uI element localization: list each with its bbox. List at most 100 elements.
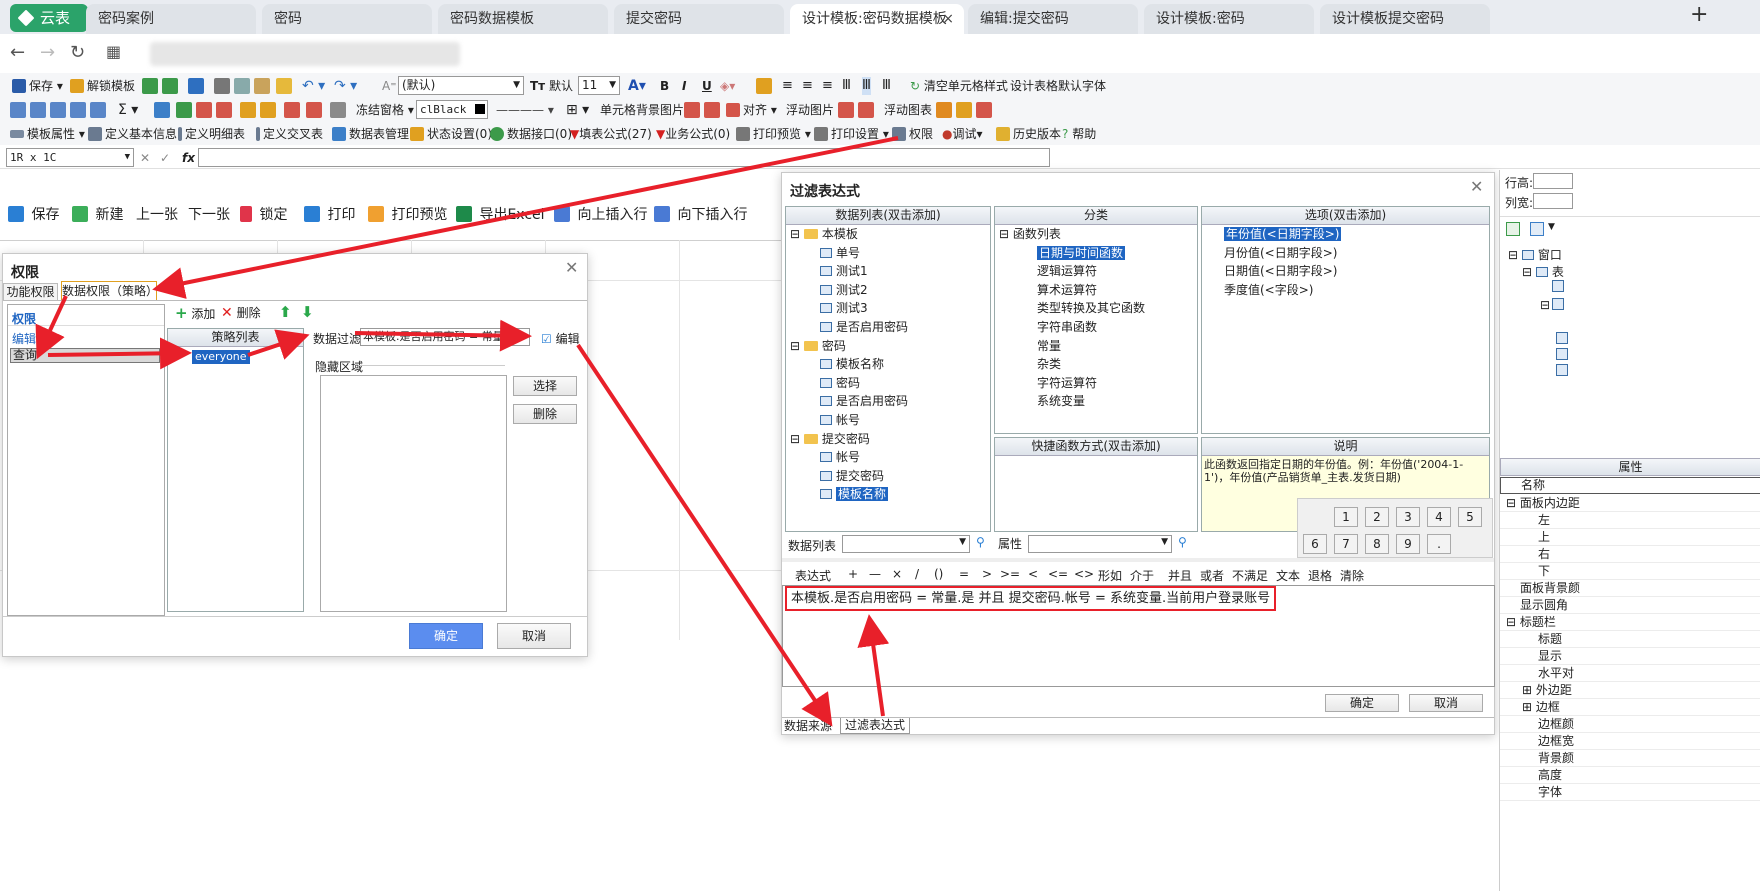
unlock-template-button[interactable]: 解锁模板 xyxy=(70,77,135,95)
op-or[interactable]: 或者 xyxy=(1200,567,1224,584)
table-view-icon[interactable] xyxy=(1506,222,1520,236)
option-item[interactable]: 日期值(<日期字段>) xyxy=(1224,262,1341,281)
expression-editor[interactable]: 本模板.是否启用密码 = 常量.是 并且 提交密码.帐号 = 系统变量.当前用户… xyxy=(782,585,1495,687)
tree-leaf[interactable]: 单号 xyxy=(790,244,908,263)
float-chart-button[interactable]: 浮动图表 xyxy=(884,101,932,119)
key-5[interactable]: 5 xyxy=(1458,507,1482,527)
prop-row[interactable]: 背景颜 xyxy=(1500,750,1760,767)
tree-leaf-selected[interactable]: 模板名称 xyxy=(790,485,908,504)
op-multiply[interactable]: × xyxy=(892,567,902,581)
check-icon[interactable]: ✓ xyxy=(160,149,170,167)
prop-row[interactable]: 显示 xyxy=(1500,648,1760,665)
image-icon[interactable] xyxy=(858,102,874,118)
cancel-button[interactable]: 取消 xyxy=(497,623,571,649)
move-up-icon[interactable]: ⬆ xyxy=(279,303,292,321)
tree-leaf[interactable]: 密码 xyxy=(790,374,908,393)
option-item-selected[interactable]: 年份值(<日期字段>) xyxy=(1224,225,1342,244)
tab-design-mima[interactable]: 设计模板:密码 xyxy=(1144,4,1314,34)
fill-color-icon[interactable]: ◈▾ xyxy=(720,77,735,95)
category-item[interactable]: 字符运算符 xyxy=(999,374,1145,393)
col-width-input[interactable] xyxy=(1533,193,1573,209)
move-down-icon[interactable]: ⬇ xyxy=(301,303,314,321)
key-1[interactable]: 1 xyxy=(1334,507,1358,527)
category-item[interactable]: 杂类 xyxy=(999,355,1145,374)
italic-icon[interactable]: I xyxy=(682,77,686,95)
policy-item-everyone[interactable]: everyone xyxy=(192,350,250,364)
key-7[interactable]: 7 xyxy=(1334,534,1358,554)
define-detail-button[interactable]: 定义明细表 xyxy=(178,125,245,143)
tab-close-icon[interactable]: × xyxy=(942,4,954,34)
cell-bg-image-button[interactable]: 单元格背景图片 xyxy=(600,101,684,119)
insert-icon[interactable] xyxy=(154,102,170,118)
chart-icon[interactable] xyxy=(936,102,952,118)
template-props-button[interactable]: 模板属性 ▾ xyxy=(10,125,85,143)
prop-row[interactable]: 右 xyxy=(1500,546,1760,563)
grid-icon[interactable] xyxy=(10,102,26,118)
tree-node-folder[interactable]: ⊟ 密码 xyxy=(790,337,908,356)
tab-mima[interactable]: 密码 xyxy=(262,4,432,34)
cancel-button[interactable]: 取消 xyxy=(1409,694,1483,712)
insert-row-below-button[interactable]: 向下插入行 xyxy=(654,204,747,224)
op-not-equal[interactable]: <> xyxy=(1074,567,1094,581)
op-text[interactable]: 文本 xyxy=(1276,567,1300,584)
op-between[interactable]: 介于 xyxy=(1130,567,1154,584)
tree-leaf[interactable]: 是否启用密码 xyxy=(790,318,908,337)
copy-icon[interactable] xyxy=(234,78,250,94)
reload-icon[interactable]: ↻ xyxy=(70,42,85,63)
prop-row[interactable]: 边框颜 xyxy=(1500,716,1760,733)
op-less-equal[interactable]: <= xyxy=(1048,567,1068,581)
define-basic-button[interactable]: 定义基本信息 xyxy=(88,125,177,143)
formula-input[interactable] xyxy=(198,148,1050,167)
fill-formula-button[interactable]: ▼填表公式(27) xyxy=(570,125,652,143)
category-root[interactable]: ⊟ 函数列表 xyxy=(999,225,1145,244)
cell-ref-select[interactable]: 1R x 1C ▼ xyxy=(6,148,134,167)
op-greater[interactable]: > xyxy=(982,567,992,581)
cut-icon[interactable] xyxy=(214,78,230,94)
align-center-icon[interactable]: ≡ xyxy=(802,77,813,95)
delete-col-icon[interactable] xyxy=(216,102,232,118)
page-print-button[interactable]: 打印 xyxy=(304,204,355,224)
debug-button[interactable]: ●调试▾ xyxy=(942,125,983,143)
justify-icon[interactable]: Ⅲ xyxy=(842,77,851,95)
align-button[interactable]: 对齐 ▾ xyxy=(726,101,777,119)
url-field-blurred[interactable] xyxy=(150,42,460,66)
valign-icon[interactable]: Ⅲ xyxy=(862,77,871,95)
prev-record-button[interactable]: 上一张 xyxy=(136,204,178,224)
key-8[interactable]: 8 xyxy=(1365,534,1389,554)
add-policy-button[interactable]: + 添加 xyxy=(175,304,215,322)
prop-row[interactable]: 上 xyxy=(1500,529,1760,546)
new-tab-icon[interactable]: + xyxy=(1690,2,1708,27)
close-icon[interactable]: ✕ xyxy=(1470,177,1483,196)
save-button[interactable]: 保存 ▾ xyxy=(12,77,63,95)
prop-row[interactable]: 左 xyxy=(1500,512,1760,529)
border-icon[interactable]: ⊞ ▾ xyxy=(566,101,589,119)
clear-cell-style-button[interactable]: ↻ 清空单元格样式 xyxy=(910,77,1008,95)
grid-icon[interactable] xyxy=(30,102,46,118)
split-icon[interactable] xyxy=(284,102,300,118)
tab-function-permission[interactable]: 功能权限 xyxy=(3,283,58,301)
row-height-input[interactable] xyxy=(1533,173,1573,189)
font-default-button[interactable]: Tт 默认 xyxy=(530,77,573,95)
tree-leaf[interactable]: 测试2 xyxy=(790,281,908,300)
delete-row-icon[interactable] xyxy=(196,102,212,118)
tab-design-submit-password[interactable]: 设计模板提交密码 xyxy=(1320,4,1490,34)
prop-row[interactable]: 边框宽 xyxy=(1500,733,1760,750)
next-record-button[interactable]: 下一张 xyxy=(188,204,230,224)
prop-row[interactable]: 标题 xyxy=(1500,631,1760,648)
chart-icon[interactable] xyxy=(956,102,972,118)
op-equal[interactable]: = xyxy=(959,567,969,581)
key-2[interactable]: 2 xyxy=(1365,507,1389,527)
tree-leaf[interactable]: 帐号 xyxy=(790,448,908,467)
key-dot[interactable]: . xyxy=(1427,534,1451,554)
sum-icon[interactable]: Σ ▾ xyxy=(118,101,138,119)
image-icon[interactable] xyxy=(684,102,700,118)
property-select[interactable]: ▼ xyxy=(1028,535,1172,553)
tree-node-folder[interactable]: ⊟ 本模板 xyxy=(790,225,908,244)
underline-icon[interactable]: U xyxy=(702,77,712,95)
split-icon[interactable] xyxy=(306,102,322,118)
merge-icon[interactable] xyxy=(240,102,256,118)
freeze-panes-button[interactable]: 冻结窗格 ▾ xyxy=(356,101,414,119)
image-icon[interactable] xyxy=(838,102,854,118)
data-interface-button[interactable]: 数据接口(0) xyxy=(490,125,572,143)
cancel-x-icon[interactable]: ✕ xyxy=(140,149,150,167)
